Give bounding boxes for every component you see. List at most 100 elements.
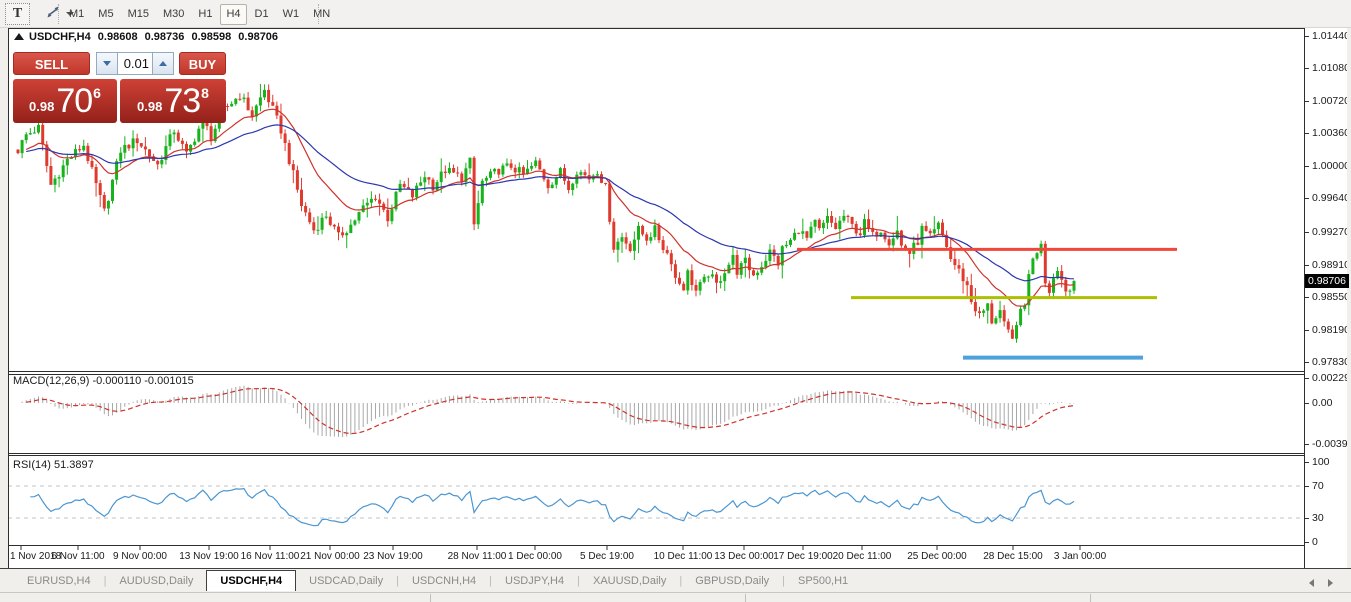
- title-open: 0.98608: [98, 31, 138, 43]
- axis-tick: [1305, 36, 1309, 37]
- date-label: 17 Dec 19:00: [773, 551, 833, 562]
- axis-tick: [1305, 518, 1309, 519]
- sell-price-box[interactable]: 0.98 70 6: [13, 79, 117, 123]
- axis-label: 1.00720: [1312, 95, 1350, 107]
- axis-tick: [1305, 330, 1309, 331]
- axis-tick: [1305, 101, 1309, 102]
- toolbar: T M1M5M15M30H1H4D1W1MN: [0, 0, 1351, 28]
- axis-label: 0.002297: [1312, 372, 1351, 384]
- axis-tick: [1305, 362, 1309, 363]
- timeframe-button-m5[interactable]: M5: [92, 4, 119, 25]
- axis-label: 70: [1312, 480, 1324, 492]
- chart-tabs: EURUSD,H4|AUDUSD,DailyUSDCHF,H4USDCAD,Da…: [14, 570, 861, 591]
- axis-tick: [1305, 166, 1309, 167]
- axis-label: 100: [1312, 456, 1330, 468]
- tab-scroll-right-button[interactable]: [1328, 579, 1333, 587]
- sell-button[interactable]: SELL: [13, 52, 90, 75]
- volume-up-icon: [159, 61, 167, 66]
- tab-usdchf-h4[interactable]: USDCHF,H4: [206, 570, 296, 591]
- date-label: 10 Dec 11:00: [654, 551, 713, 562]
- axis-label: 0.98910: [1312, 259, 1350, 271]
- axis-tick: [1305, 542, 1309, 543]
- tab-scroll-left-button[interactable]: [1309, 579, 1314, 587]
- date-label: 21 Nov 00:00: [300, 551, 360, 562]
- timeframe-button-m15[interactable]: M15: [122, 4, 155, 25]
- axis-label: 0.97830: [1312, 356, 1350, 368]
- axis-label: 0.98550: [1312, 291, 1350, 303]
- axis-tick: [1305, 198, 1309, 199]
- axis-tick: [1305, 444, 1309, 445]
- text-tool-button[interactable]: T: [5, 3, 30, 25]
- tab-sp500-h1[interactable]: SP500,H1: [785, 572, 861, 591]
- time-axis[interactable]: 1 Nov 20186 Nov 11:009 Nov 00:0013 Nov 1…: [8, 550, 1305, 567]
- axis-tick: [1305, 378, 1309, 379]
- timeframe-button-w1[interactable]: W1: [277, 4, 306, 25]
- timeframe-button-d1[interactable]: D1: [249, 4, 275, 25]
- timeframe-button-h1[interactable]: H1: [192, 4, 218, 25]
- buy-price-small: 0.98: [137, 99, 162, 114]
- tab-usdjpy-h4[interactable]: USDJPY,H4: [492, 572, 577, 591]
- date-label: 9 Nov 00:00: [113, 551, 167, 562]
- tab-gbpusd-daily[interactable]: GBPUSD,Daily: [682, 572, 782, 591]
- sell-price-small: 0.98: [29, 99, 54, 114]
- window-edge: [1347, 28, 1351, 568]
- status-divider: [1090, 594, 1091, 602]
- axis-label: 0.99270: [1312, 226, 1350, 238]
- buy-button[interactable]: BUY: [179, 52, 226, 75]
- axis-tick: [1305, 486, 1309, 487]
- sell-price-big: 70: [56, 81, 92, 121]
- volume-down-button[interactable]: [96, 52, 118, 75]
- toolbar-grip-2: [318, 4, 319, 24]
- one-click-trade-panel: SELL BUY 0.98 70 6 0.98 73 8: [13, 52, 226, 123]
- axis-label: 1.00360: [1312, 127, 1350, 139]
- price-axis[interactable]: 0.98706 1.014401.010801.007201.003601.00…: [1305, 28, 1351, 568]
- buy-price-sup: 8: [201, 85, 209, 101]
- timeframe-toolbar: M1M5M15M30H1H4D1W1MN: [62, 3, 337, 25]
- date-label: 20 Dec 11:00: [833, 551, 892, 562]
- timeframe-button-mn[interactable]: MN: [307, 4, 336, 25]
- date-label: 6 Nov 11:00: [51, 551, 104, 562]
- volume-up-button[interactable]: [152, 52, 174, 75]
- tab-usdcnh-h4[interactable]: USDCNH,H4: [399, 572, 489, 591]
- chart-bottom-border: [0, 568, 1351, 569]
- axis-tick: [1305, 265, 1309, 266]
- buy-price-big: 73: [164, 81, 200, 121]
- volume-stepper: [96, 52, 174, 75]
- tab-usdcad-daily[interactable]: USDCAD,Daily: [296, 572, 396, 591]
- chart-title: USDCHF,H4 0.98608 0.98736 0.98598 0.9870…: [14, 31, 282, 43]
- axis-tick: [1305, 68, 1309, 69]
- volume-input[interactable]: [118, 52, 152, 75]
- timeframe-button-m1[interactable]: M1: [63, 4, 90, 25]
- date-label: 5 Dec 19:00: [580, 551, 634, 562]
- axis-label: 0.98190: [1312, 324, 1350, 336]
- toolbar-grip: [58, 4, 59, 24]
- axis-label: 1.01440: [1312, 30, 1350, 42]
- buy-price-box[interactable]: 0.98 73 8: [120, 79, 226, 123]
- metatrader-window: T M1M5M15M30H1H4D1W1MN USDCHF,H4 0.98608…: [0, 0, 1351, 602]
- tab-eurusd-h4[interactable]: EURUSD,H4: [14, 572, 104, 591]
- status-bar: [0, 592, 1351, 602]
- volume-down-icon: [103, 61, 111, 66]
- axis-tick: [1305, 232, 1309, 233]
- axis-tick: [1305, 462, 1309, 463]
- axis-label: 0: [1312, 536, 1318, 548]
- axis-label: 0.99640: [1312, 192, 1350, 204]
- tab-audusd-daily[interactable]: AUDUSD,Daily: [106, 572, 206, 591]
- axis-tick: [1305, 133, 1309, 134]
- axis-label: -0.003904: [1312, 438, 1351, 450]
- timeframe-button-m30[interactable]: M30: [157, 4, 190, 25]
- sell-price-sup: 6: [93, 85, 101, 101]
- date-label: 1 Dec 00:00: [508, 551, 562, 562]
- axis-label: 30: [1312, 512, 1324, 524]
- date-label: 23 Nov 19:00: [363, 551, 423, 562]
- date-label: 16 Nov 11:00: [241, 551, 300, 562]
- date-label: 25 Dec 00:00: [907, 551, 967, 562]
- title-symbol: USDCHF,H4: [29, 31, 91, 43]
- timeframe-button-h4[interactable]: H4: [220, 4, 246, 25]
- date-label: 28 Dec 15:00: [983, 551, 1043, 562]
- status-divider: [745, 594, 746, 602]
- title-low: 0.98598: [191, 31, 231, 43]
- axis-label: 1.01080: [1312, 62, 1350, 74]
- axis-tick: [1305, 297, 1309, 298]
- tab-xauusd-daily[interactable]: XAUUSD,Daily: [580, 572, 679, 591]
